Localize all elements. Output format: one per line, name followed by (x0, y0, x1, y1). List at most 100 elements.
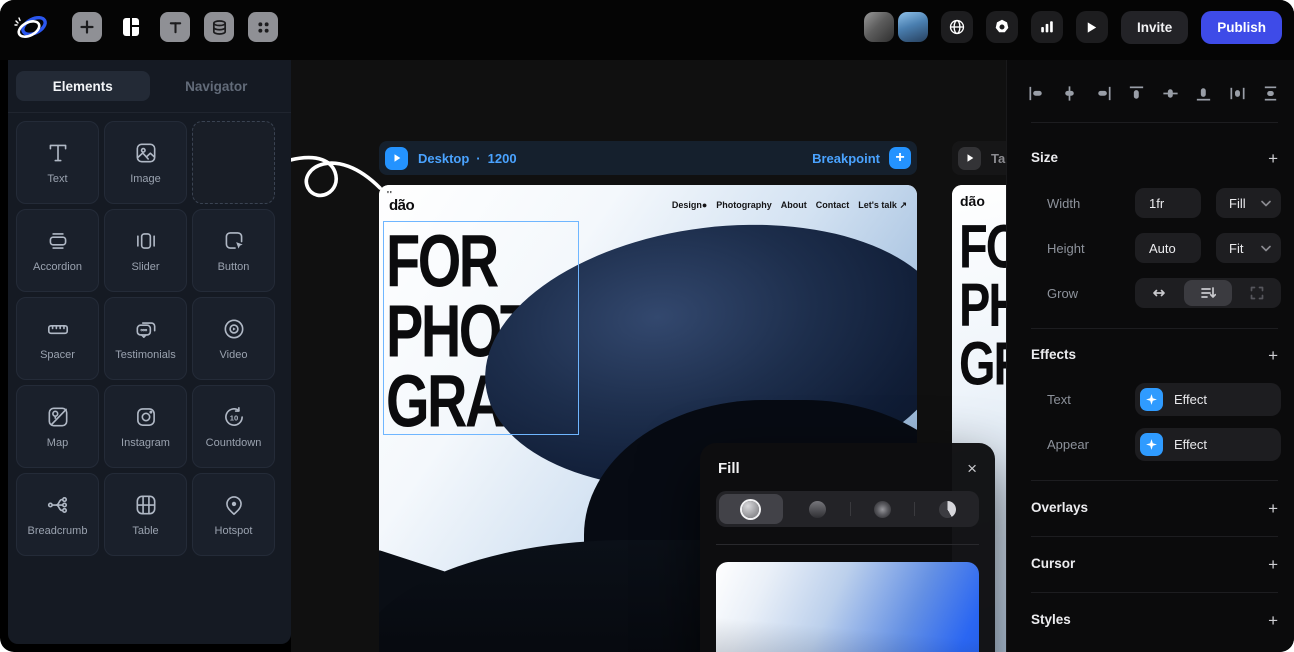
overlays-add-button[interactable]: + (1268, 500, 1278, 517)
styles-section-title: Styles (1031, 612, 1071, 627)
divider (1031, 328, 1278, 329)
close-icon[interactable]: × (967, 460, 977, 477)
button-element-icon (221, 228, 247, 254)
sparkle-icon (1140, 388, 1163, 411)
desktop-breakpoint-bar[interactable]: Desktop · 1200 Breakpoint + (379, 141, 917, 175)
plugins-tool-button[interactable] (248, 12, 278, 42)
tile-hotspot[interactable]: Hotspot (192, 473, 275, 556)
text-tool-button[interactable] (160, 12, 190, 42)
layout-tool-button[interactable] (116, 12, 146, 42)
grow-both-option[interactable] (1234, 278, 1281, 308)
breakpoint-play-button[interactable] (958, 147, 981, 170)
tile-button[interactable]: Button (192, 209, 275, 292)
collaborator-avatars (864, 12, 928, 42)
insert-button[interactable] (72, 12, 102, 42)
accordion-element-icon (45, 228, 71, 254)
tile-accordion[interactable]: Accordion (16, 209, 99, 292)
width-input[interactable]: 1fr (1135, 188, 1201, 218)
align-left-icon[interactable] (1027, 84, 1046, 103)
breakpoint-label[interactable]: Breakpoint (812, 151, 880, 166)
align-center-vertical-icon[interactable] (1161, 84, 1180, 103)
grow-vertical-option[interactable] (1184, 280, 1231, 306)
preview-button[interactable] (1076, 11, 1108, 43)
distribute-vertical-icon[interactable] (1261, 84, 1280, 103)
cursor-add-button[interactable]: + (1268, 556, 1278, 573)
grow-horizontal-option[interactable] (1135, 278, 1182, 308)
invite-button[interactable]: Invite (1121, 11, 1188, 44)
add-breakpoint-button[interactable]: + (889, 147, 911, 169)
appear-effect-button[interactable]: Effect (1135, 428, 1281, 461)
effects-add-button[interactable]: + (1268, 347, 1278, 364)
height-input[interactable]: Auto (1135, 233, 1201, 263)
hotspot-element-icon (221, 492, 247, 518)
tile-instagram[interactable]: Instagram (104, 385, 187, 468)
tile-map[interactable]: Map (16, 385, 99, 468)
cursor-section-title: Cursor (1031, 556, 1075, 571)
fill-type-segmented-control (716, 491, 979, 527)
tile-breadcrumb[interactable]: Breadcrumb (16, 473, 99, 556)
spacer-element-icon (45, 316, 71, 342)
site-logo[interactable]: ''dão (389, 197, 414, 214)
gradient-preview[interactable] (716, 562, 979, 652)
layout-icon (119, 15, 143, 39)
cms-tool-button[interactable] (204, 12, 234, 42)
align-top-icon[interactable] (1127, 84, 1146, 103)
settings-button[interactable] (986, 11, 1018, 43)
breakpoint-device-label[interactable]: Desktop (418, 151, 469, 166)
text-effect-button[interactable]: Effect (1135, 383, 1281, 416)
table-element-icon (133, 492, 159, 518)
sparkle-icon (1140, 433, 1163, 456)
width-mode-dropdown[interactable]: Fill (1216, 188, 1281, 218)
tile-text[interactable]: Text (16, 121, 99, 204)
chevron-down-icon (1261, 245, 1271, 252)
fill-type-linear[interactable] (786, 491, 850, 527)
nav-about[interactable]: About (781, 200, 807, 210)
canvas[interactable]: Desktop · 1200 Breakpoint + Ta FOR PHOTO… (291, 60, 1007, 652)
nav-design[interactable]: Design● (672, 200, 707, 210)
play-icon (965, 153, 975, 163)
styles-add-button[interactable]: + (1268, 612, 1278, 629)
nav-badge-dot: ● (702, 200, 707, 210)
divider (1031, 592, 1278, 593)
avatar[interactable] (864, 12, 894, 42)
tile-table[interactable]: Table (104, 473, 187, 556)
tab-elements[interactable]: Elements (16, 71, 150, 101)
tablet-breakpoint-bar[interactable]: Ta (952, 141, 1007, 175)
tile-image[interactable]: Image (104, 121, 187, 204)
fill-panel: Fill × (700, 443, 995, 652)
tile-video[interactable]: Video (192, 297, 275, 380)
instagram-element-icon (133, 404, 159, 430)
site-nav: Design● Photography About Contact Let's … (672, 200, 907, 211)
distribute-horizontal-icon[interactable] (1228, 84, 1247, 103)
fill-panel-title: Fill (718, 460, 740, 477)
publish-button[interactable]: Publish (1201, 11, 1282, 44)
image-element-icon (133, 140, 159, 166)
slider-element-icon (133, 228, 159, 254)
overlays-section-title: Overlays (1031, 500, 1088, 515)
breakpoint-play-button[interactable] (385, 147, 408, 170)
nav-photography[interactable]: Photography (716, 200, 772, 210)
breakpoint-width-value[interactable]: 1200 (488, 151, 517, 166)
nav-lets-talk[interactable]: Let's talk ↗ (858, 200, 907, 211)
breakpoint-device-label[interactable]: Ta (991, 151, 1005, 166)
tile-empty-slot[interactable] (192, 121, 275, 204)
size-add-button[interactable]: + (1268, 150, 1278, 167)
height-mode-dropdown[interactable]: Fit (1216, 233, 1281, 263)
nav-contact[interactable]: Contact (816, 200, 850, 210)
fill-type-solid[interactable] (719, 494, 783, 524)
analytics-button[interactable] (1031, 11, 1063, 43)
align-center-horizontal-icon[interactable] (1060, 84, 1079, 103)
align-bottom-icon[interactable] (1194, 84, 1213, 103)
tile-testimonials[interactable]: Testimonials (104, 297, 187, 380)
fill-type-radial[interactable] (851, 491, 915, 527)
tile-spacer[interactable]: Spacer (16, 297, 99, 380)
fill-type-angular[interactable] (915, 491, 979, 527)
align-right-icon[interactable] (1094, 84, 1113, 103)
app-logo[interactable] (12, 12, 52, 42)
tile-countdown[interactable]: 10 Countdown (192, 385, 275, 468)
selection-outline[interactable] (383, 221, 579, 435)
tile-slider[interactable]: Slider (104, 209, 187, 292)
avatar[interactable] (898, 12, 928, 42)
locale-button[interactable] (941, 11, 973, 43)
tab-navigator[interactable]: Navigator (150, 71, 284, 101)
